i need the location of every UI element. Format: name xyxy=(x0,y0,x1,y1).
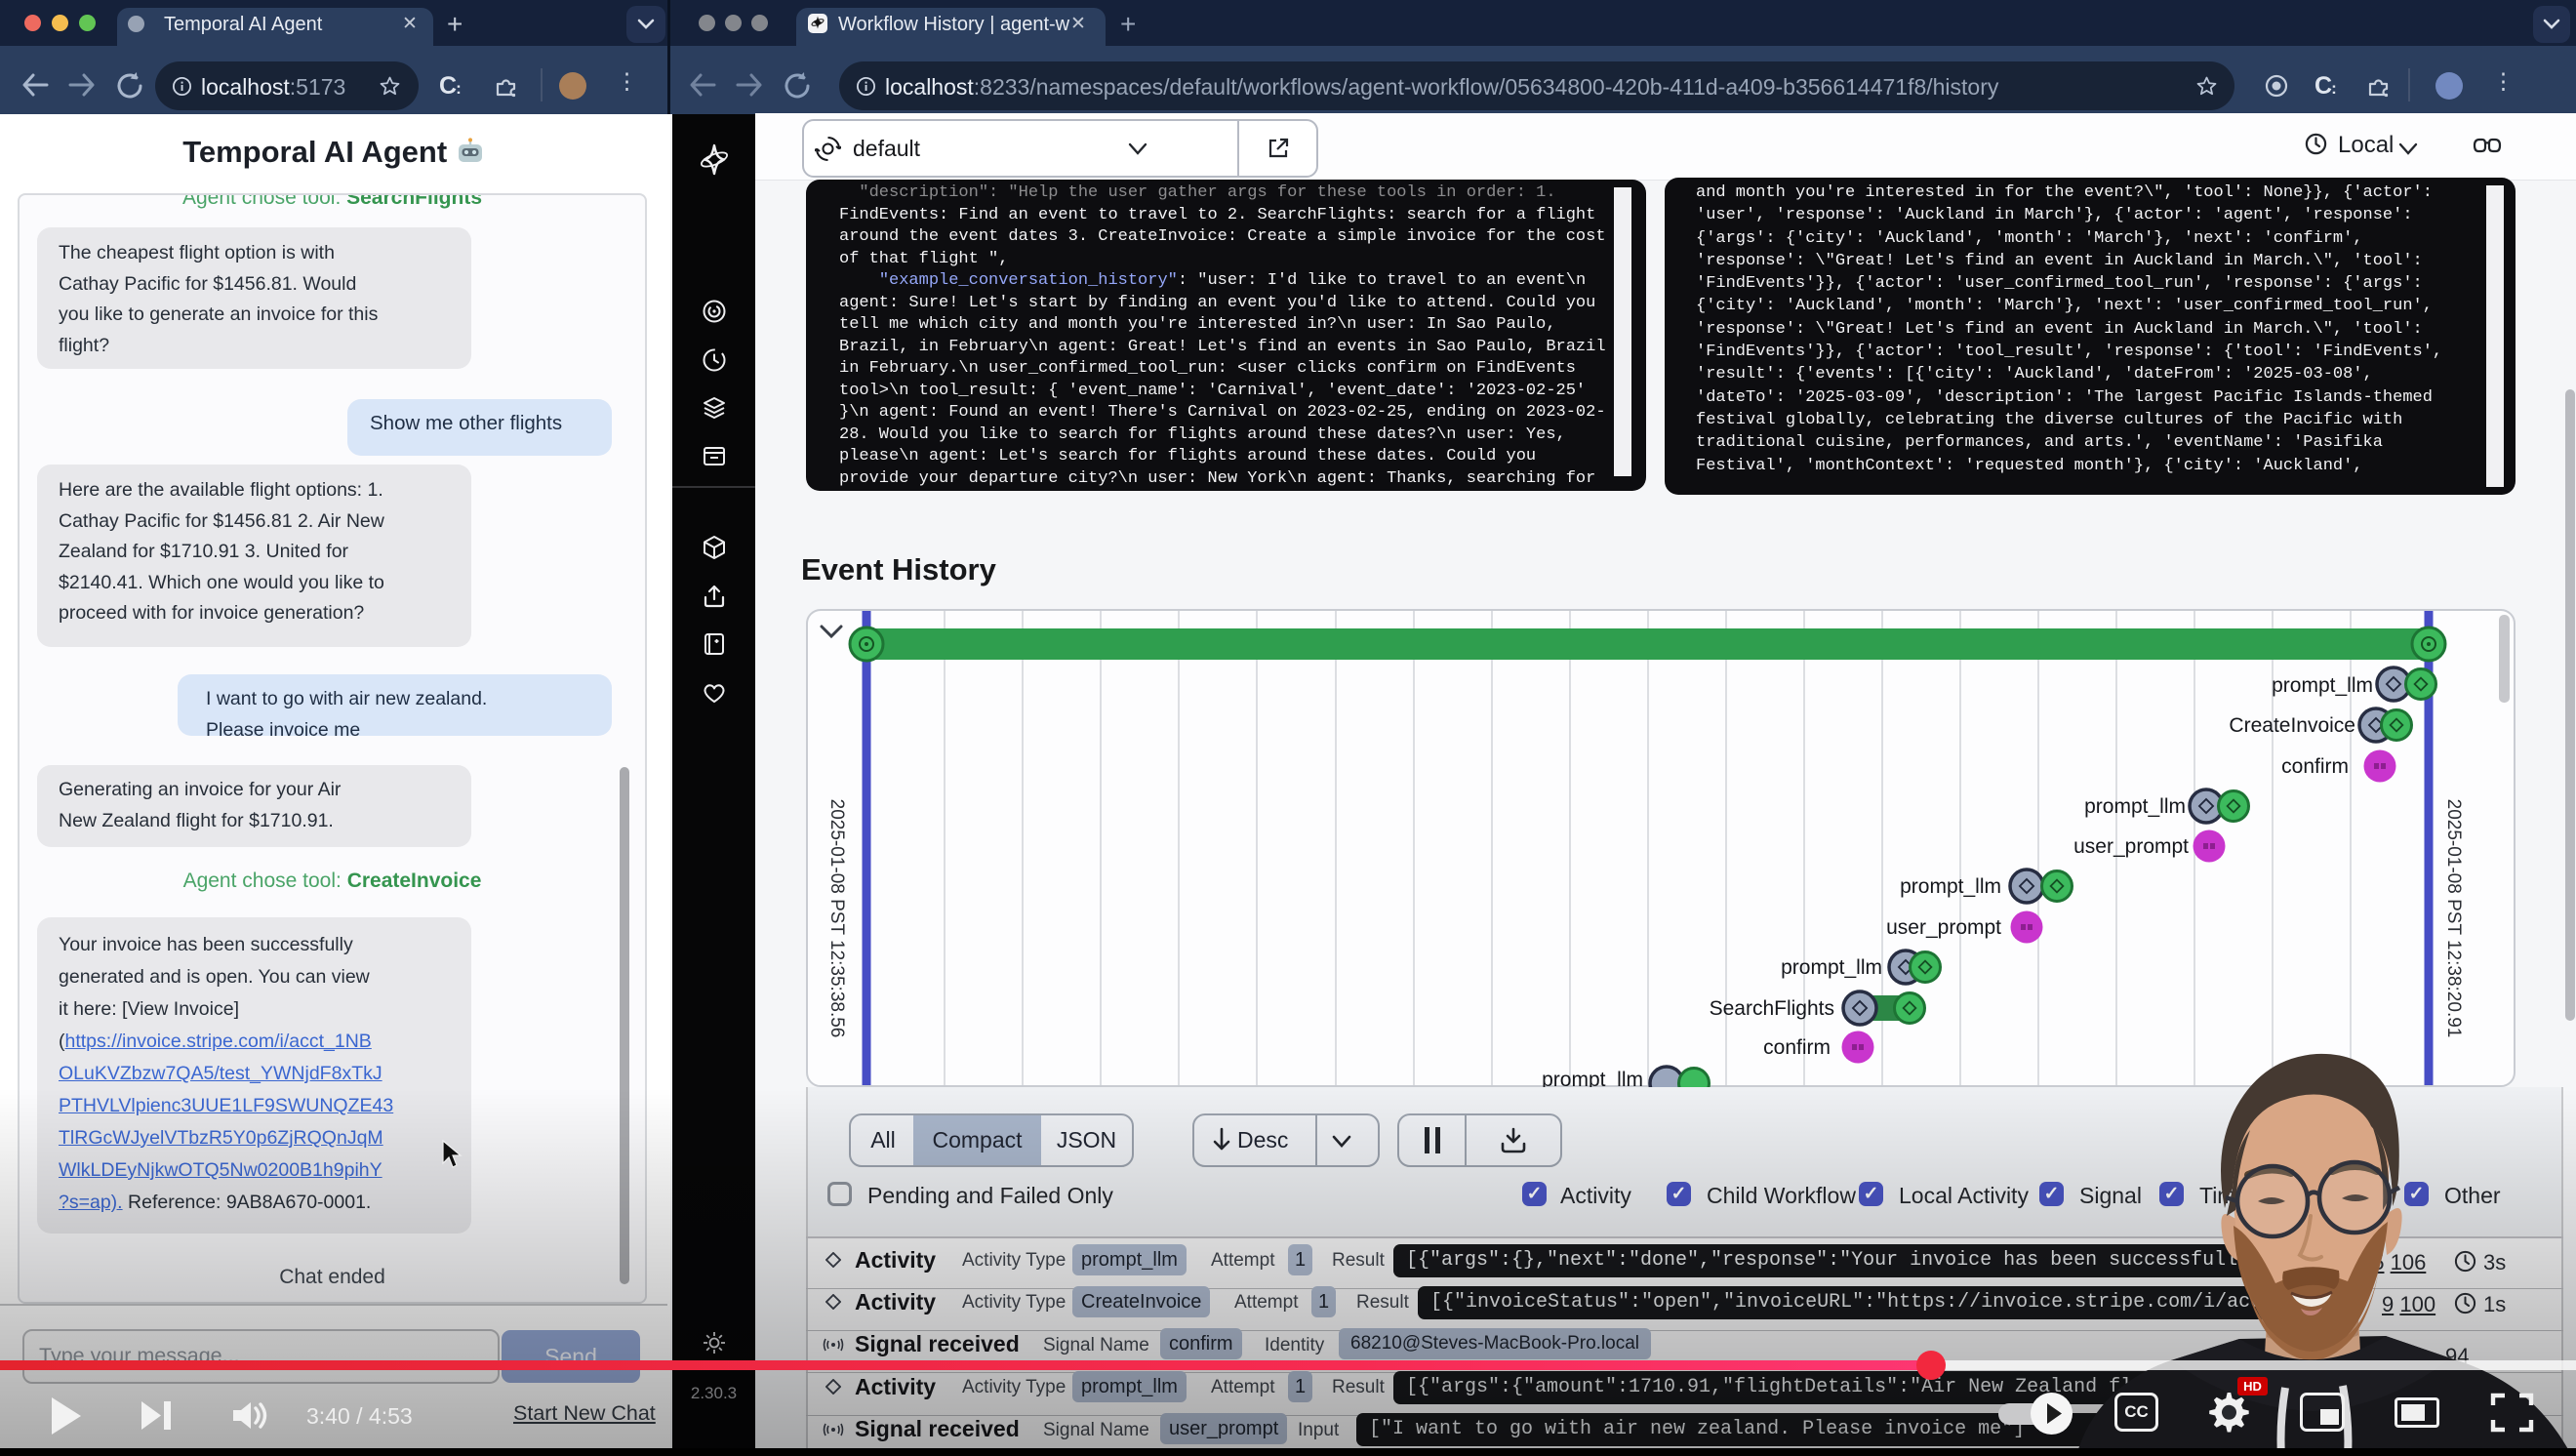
svg-text:prompt_llm: prompt_llm xyxy=(2084,795,2186,818)
svg-text:confirm: confirm xyxy=(1763,1036,1831,1059)
svg-text:prompt_llm: prompt_llm xyxy=(2272,674,2373,697)
svg-text:prompt_llm: prompt_llm xyxy=(1900,875,2001,898)
svg-text:prompt_llm: prompt_llm xyxy=(1542,1069,1643,1087)
svg-text:2025-01-08 PST 12:38:20.91: 2025-01-08 PST 12:38:20.91 xyxy=(2443,799,2464,1038)
svg-text:prompt_llm: prompt_llm xyxy=(1781,956,1882,979)
svg-text:user_prompt: user_prompt xyxy=(2073,835,2189,858)
svg-text:SearchFlights: SearchFlights xyxy=(1710,997,1834,1020)
svg-text:CreateInvoice: CreateInvoice xyxy=(2229,714,2355,737)
svg-text:user_prompt: user_prompt xyxy=(1886,916,2001,939)
svg-text:confirm: confirm xyxy=(2281,755,2349,778)
svg-text:2025-01-08 PST 12:35:38.56: 2025-01-08 PST 12:35:38.56 xyxy=(826,799,847,1038)
